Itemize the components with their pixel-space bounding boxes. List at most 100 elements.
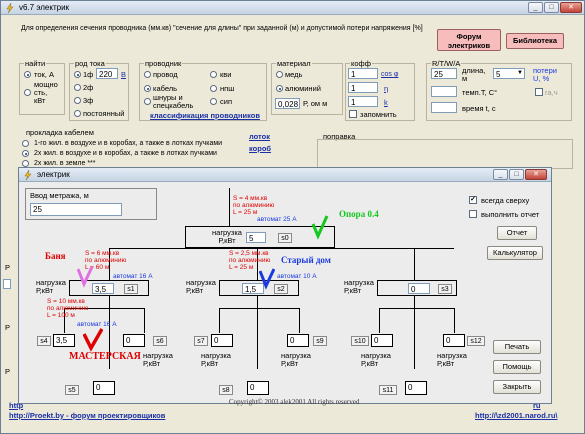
eta-input[interactable]: 1 [348,82,378,93]
label-stary-dom: Старый дом [281,255,331,265]
s10-load-label: нагрузка Р,кВт [361,351,391,368]
label-1f: 1ф [83,70,94,79]
radio-copper[interactable] [276,71,283,78]
radio-1f[interactable] [74,71,81,78]
radio-aluminum[interactable] [276,85,283,92]
radio-dc[interactable] [74,110,81,117]
help-button[interactable]: Помощь [493,360,541,374]
s1-load-label: нагрузка Р,кВт [36,278,66,295]
s6-load-input[interactable]: 0 [123,334,145,347]
radio-cable[interactable] [144,85,151,92]
s10-load-input[interactable]: 0 [371,334,393,347]
footer-left-link[interactable]: http://Proekt.by - форум проектировщиков [9,411,165,420]
eta-link[interactable]: η [384,84,388,93]
dialog-minimize-button[interactable]: _ [493,169,508,180]
temperature-input[interactable] [431,86,457,97]
red-check-icon [83,328,103,352]
print-report-checkbox[interactable] [469,210,477,218]
dialog-title: электрик [37,170,70,179]
minimize-button[interactable]: _ [528,2,543,13]
breaker-dom: автомат 10 А [277,273,317,280]
s0-button[interactable]: s0 [278,233,292,243]
s8-button[interactable]: s8 [219,385,233,395]
close-button[interactable]: ✕ [560,2,582,13]
box-link[interactable]: короб [249,144,271,153]
voltage-input[interactable]: 220 [96,68,118,79]
s7-load-input[interactable]: 0 [211,334,233,347]
find-power-radio[interactable] [24,89,31,96]
app-icon [6,3,14,13]
s9-load-input[interactable]: 0 [287,334,309,347]
radio-wire[interactable] [144,71,151,78]
find-legend: найти [24,59,47,68]
k-input[interactable]: 1 [348,96,378,107]
left-edge-label-2: Р [5,323,11,332]
maximize-button[interactable]: □ [544,2,559,13]
k-link[interactable]: k [384,98,388,107]
cosphi-link[interactable]: cos φ [381,70,398,79]
s9-load-label: нагрузка Р,кВт [281,351,311,368]
report-button[interactable]: Отчет [497,226,537,240]
resistivity-input[interactable]: 0,028 [275,98,300,109]
laying-opt1-radio[interactable] [22,140,29,147]
radio-busbar[interactable] [144,98,151,105]
footer-right-link[interactable]: http://\zd2001.narod.ru\ [475,411,558,420]
laying-opt3-radio[interactable] [22,160,29,167]
length-input[interactable]: 25 [431,68,457,79]
s5-load-input[interactable]: 0 [93,381,115,395]
s1-load-input[interactable]: 3,5 [92,283,114,294]
radio-3f[interactable] [74,97,81,104]
note-top: S = 4 мм.кв по алюминию L = 25 м [233,195,275,216]
ra-checkbox[interactable] [535,88,543,96]
dialog-close-action-button[interactable]: Закрыть [493,380,541,394]
s3-load-input[interactable]: 0 [408,283,430,294]
conductor-legend: проводник [144,59,183,68]
tray-link[interactable]: лоток [249,132,270,141]
dialog-maximize-button[interactable]: □ [509,169,524,180]
length-entry-input[interactable]: 25 [30,203,122,216]
always-on-top-checkbox[interactable]: ✓ [469,196,477,204]
s10-button[interactable]: s10 [351,336,369,346]
s3-button[interactable]: s3 [438,284,452,294]
s8-load-input[interactable]: 0 [247,381,269,395]
radio-2f[interactable] [74,84,81,91]
radio-kvi[interactable] [210,71,217,78]
wire-main-bus [109,248,454,249]
always-on-top-label: всегда сверху [481,196,530,205]
laying-opt2-label: 2х жил. в воздухе и в коробах, а также в… [34,150,217,157]
library-button[interactable]: Библиотека [506,33,564,49]
find-current-radio[interactable] [24,71,31,78]
radio-npsh[interactable] [210,85,217,92]
s5-button[interactable]: s5 [65,385,79,395]
breaker-banya: автомат 16 А [113,273,153,280]
laying-opt2-radio[interactable] [22,150,29,157]
s11-button[interactable]: s11 [379,385,397,395]
time-input[interactable] [431,102,457,113]
s11-load-input[interactable]: 0 [405,381,427,395]
s12-load-input[interactable]: 0 [443,334,465,347]
s2-button[interactable]: s2 [274,284,288,294]
radio-sip[interactable] [210,98,217,105]
conductor-group: проводник провод кабель шнуры и спецкабе… [139,59,267,121]
main-load-input[interactable]: 5 [246,232,266,243]
loss-select-arrow[interactable]: ▼ [517,69,523,78]
remember-checkbox[interactable] [349,110,357,118]
s12-button[interactable]: s12 [467,336,485,346]
classify-link[interactable]: классификация проводников [150,111,260,120]
s6-button[interactable]: s6 [153,336,167,346]
s4-load-input[interactable]: 3,5 [53,334,75,347]
dialog-app-icon [24,170,32,180]
print-button[interactable]: Печать [493,340,541,354]
s1-button[interactable]: s1 [124,284,138,294]
left-edge-field [3,279,11,289]
print-report-label: выполнить отчет [481,210,540,219]
voltage-unit: В [121,70,127,79]
s4-button[interactable]: s4 [37,336,51,346]
s9-button[interactable]: s9 [313,336,327,346]
note-mast: S = 10 мм.кв по алюминию L = 100 м [47,298,89,319]
s7-button[interactable]: s7 [194,336,208,346]
forum-button[interactable]: Форум электриков [437,29,501,51]
calculator-button[interactable]: Калькулятор [487,246,543,260]
cosphi-input[interactable]: 1 [348,68,378,79]
dialog-close-button[interactable]: ✕ [525,169,547,180]
